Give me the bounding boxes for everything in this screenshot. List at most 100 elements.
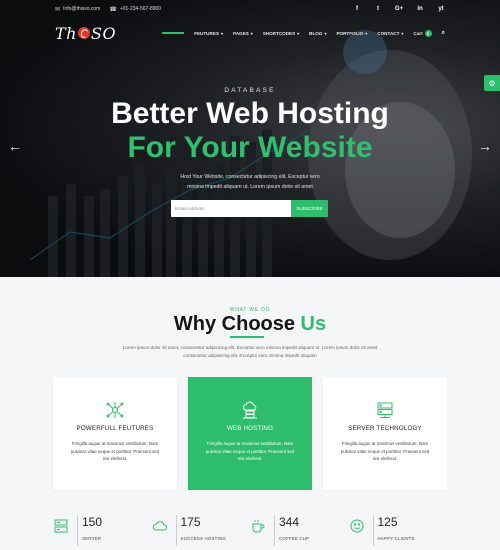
stat-label: SUCCESS HOSTING <box>180 536 226 541</box>
feature-card-text-line: pulvinar vitae neque et porttitor. Praes… <box>70 448 160 454</box>
topbar-email-text: Info@thisso.com <box>63 6 101 12</box>
mail-icon: ✉ <box>55 6 61 13</box>
subscribe-button[interactable]: SUBSCRIBE <box>291 200 328 217</box>
stat-body: 344 COFFEE CUP <box>274 515 309 546</box>
network-icon <box>106 402 124 418</box>
feature-card[interactable]: POWERFULL FEUTURES Fringilla augue at ma… <box>53 377 177 490</box>
logo-mark-icon <box>77 27 90 39</box>
server-stat-icon <box>54 519 68 533</box>
chevron-down-icon: ▾ <box>365 30 368 36</box>
feature-card-text-line: Fringilla augue at maximus vestibulum. N… <box>206 441 294 446</box>
nav-item-label: BLOG <box>309 30 323 36</box>
section-title-highlight: Choose <box>221 313 295 335</box>
nav-item-label: PORTFOLIO <box>336 30 364 36</box>
chevron-down-icon: ▾ <box>297 30 300 36</box>
cloud-stat-icon <box>152 521 167 531</box>
topbar-phone[interactable]: ☎ +01-234-567-8900 <box>109 6 161 13</box>
nav-item-features[interactable]: FEUTURES ▾ <box>194 31 223 36</box>
nav-item-label: CONTACT <box>377 30 400 36</box>
twitter-icon[interactable]: t <box>374 6 382 12</box>
nav-item-label: SHORTCODES <box>262 30 296 36</box>
gear-icon: ⚙ <box>488 78 496 88</box>
feature-card-text: Fringilla augue at maximus vestibulum. N… <box>201 440 299 463</box>
feature-card-text-line: nisi eleifend. <box>372 456 398 462</box>
settings-side-tab[interactable]: ⚙ <box>484 75 500 91</box>
main-navbar: Th SO FEUTURES ▾ PAGES ▾ SHORTCODES ▾ BLOG ▾… <box>0 20 500 46</box>
feature-card-title: WEB HOSTING <box>226 425 274 432</box>
topbar-phone-text: +01-234-567-8900 <box>119 6 162 12</box>
hero-title-line2: For Your Website <box>127 131 373 164</box>
section-title-underline <box>230 336 264 338</box>
feature-cards: POWERFULL FEUTURES Fringilla augue at ma… <box>53 377 447 490</box>
stat-label: SERVER <box>82 536 102 541</box>
hero-section: ✉ Info@thisso.com ☎ +01-234-567-8900 f t… <box>0 0 500 277</box>
nav-item-portfolio[interactable]: PORTFOLIO ▾ <box>336 31 367 36</box>
nav-item-shortcodes[interactable]: SHORTCODES ▾ <box>263 31 299 36</box>
section-description-line1: Lorem ipsum dolor sit amet, consectetur … <box>122 345 378 350</box>
slider-next-arrow-icon[interactable]: → <box>478 138 492 154</box>
search-icon[interactable]: ⌕ <box>442 30 445 37</box>
nav-item-pages[interactable]: PAGES ▾ <box>233 31 253 36</box>
cart-count-badge: 0 <box>424 29 432 37</box>
hero-description-line1: Host Your Website, consectetur adipiscin… <box>180 174 320 180</box>
youtube-icon[interactable]: yt <box>437 6 445 12</box>
topbar-email[interactable]: ✉ Info@thisso.com <box>55 6 100 13</box>
logo-text-start: Th <box>55 23 77 43</box>
nav-item-contact[interactable]: CONTACT ▾ <box>377 31 403 36</box>
hero-description: Host Your Website, consectetur adipiscin… <box>0 172 500 192</box>
stat-value: 344 <box>279 515 300 529</box>
nav-item-blog[interactable]: BLOG ▾ <box>309 31 326 36</box>
stat-item: 344 COFFEE CUP <box>250 515 349 550</box>
email-input[interactable] <box>171 200 291 217</box>
feature-card-title: POWERFULL FEUTURES <box>76 425 154 432</box>
subscribe-form: SUBSCRIBE <box>171 200 328 217</box>
hero-description-line2: minima impedit aliquam ut. Lorem ipsum d… <box>187 184 313 190</box>
slider-prev-arrow-icon[interactable]: ← <box>8 138 22 154</box>
top-bar: ✉ Info@thisso.com ☎ +01-234-567-8900 f t… <box>0 0 500 18</box>
section-description: Lorem ipsum dolor sit amet, consectetur … <box>0 344 500 360</box>
stat-body: 175 SUCCESS HOSTING <box>175 515 226 546</box>
feature-card-text-line: pulvinar vitae neque et porttitor. Praes… <box>340 448 430 454</box>
feature-card[interactable]: WEB HOSTING Fringilla augue at maximus v… <box>188 377 312 490</box>
stat-body: 150 SERVER <box>77 515 102 546</box>
stat-value: 125 <box>377 515 398 529</box>
stat-item: 150 SERVER <box>53 515 152 550</box>
chevron-down-icon: ▾ <box>220 30 223 36</box>
stat-item: 125 HAPPY CLIENTS <box>349 515 448 550</box>
stat-label: COFFEE CUP <box>279 536 310 541</box>
feature-card-text-line: pulvinar vitae neque et porttitor. Praes… <box>205 448 295 454</box>
nav-item-label: PAGES <box>232 30 249 36</box>
nav-menu: FEUTURES ▾ PAGES ▾ SHORTCODES ▾ BLOG ▾ PORTF… <box>162 29 445 37</box>
nav-item-label: FEUTURES <box>194 30 219 36</box>
feature-card-text-line: nisi eleifend. <box>102 456 128 462</box>
section-title-prefix: Why <box>173 313 222 335</box>
section-title: Why Choose Us <box>0 313 500 336</box>
hero-eyebrow: DATABASE <box>224 87 276 94</box>
smiley-icon <box>350 519 363 533</box>
chevron-down-icon: ▾ <box>324 30 327 36</box>
feature-card-text-line: Fringilla augue at maximus vestibulum. N… <box>71 441 159 446</box>
nav-item-home[interactable] <box>162 32 185 34</box>
feature-card-text-line: Fringilla augue at maximus vestibulum. N… <box>341 441 429 446</box>
feature-card[interactable]: SERVER TECHNOLOGY Fringilla augue at max… <box>323 377 447 490</box>
feature-card-title: SERVER TECHNOLOGY <box>348 425 422 432</box>
stat-value: 150 <box>82 515 103 529</box>
server-icon <box>377 402 393 418</box>
chevron-down-icon: ▾ <box>250 30 253 36</box>
social-links: f t G+ in yt <box>353 6 445 12</box>
linkedin-icon[interactable]: in <box>416 6 424 12</box>
coffee-icon <box>252 520 265 533</box>
cart-button[interactable]: Cart 0 <box>413 29 432 37</box>
cart-label: Cart <box>413 30 423 36</box>
site-logo[interactable]: Th SO <box>55 24 116 43</box>
stat-value: 175 <box>180 515 201 529</box>
stat-body: 125 HAPPY CLIENTS <box>372 515 415 546</box>
facebook-icon[interactable]: f <box>353 6 361 12</box>
section-description-line2: consectetur adipisicing elit. Exceptui v… <box>183 353 317 358</box>
feature-card-text: Fringilla augue at maximus vestibulum. N… <box>336 440 434 463</box>
google-plus-icon[interactable]: G+ <box>395 6 403 12</box>
section-title-suffix: Us <box>295 313 327 335</box>
logo-text-end: SO <box>90 23 117 43</box>
stat-item: 175 SUCCESS HOSTING <box>152 515 251 550</box>
feature-card-text: Fringilla augue at maximus vestibulum. N… <box>66 440 164 463</box>
